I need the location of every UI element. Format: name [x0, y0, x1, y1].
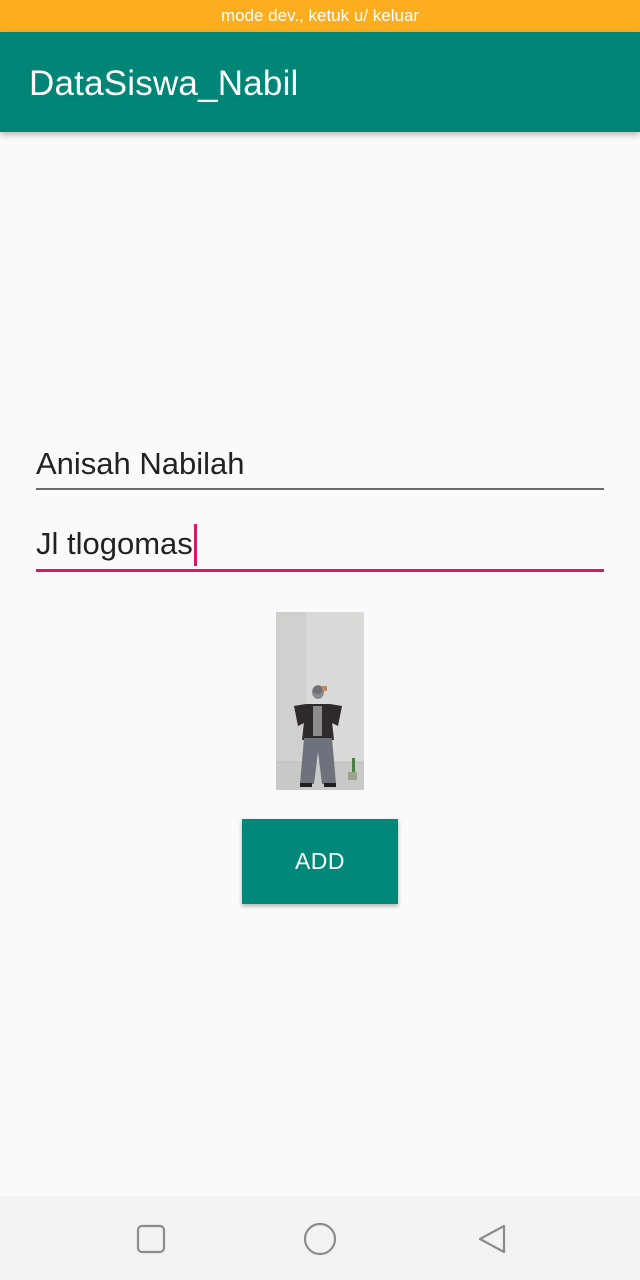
text-cursor	[193, 524, 197, 566]
name-input[interactable]: Anisah Nabilah	[36, 444, 604, 490]
navigation-bar	[0, 1196, 640, 1280]
dev-mode-banner-text: mode dev., ketuk u/ keluar	[220, 6, 420, 25]
recents-square-icon[interactable]	[133, 1221, 169, 1257]
add-button-label: ADD	[294, 848, 346, 874]
app-bar: DataSiswa_Nabil	[0, 32, 640, 132]
back-triangle-icon[interactable]	[474, 1221, 510, 1257]
home-circle-icon[interactable]	[302, 1221, 338, 1257]
name-input-value: Anisah Nabilah	[36, 446, 245, 481]
address-input-value: Jl tlogomas	[36, 526, 193, 561]
student-photo-image	[276, 612, 364, 790]
add-button[interactable]: ADD	[242, 819, 398, 904]
address-input[interactable]: Jl tlogomas	[36, 524, 604, 572]
student-photo[interactable]	[276, 612, 364, 790]
dev-mode-banner[interactable]: mode dev., ketuk u/ keluar	[0, 0, 640, 32]
app-title: DataSiswa_Nabil	[29, 64, 299, 103]
